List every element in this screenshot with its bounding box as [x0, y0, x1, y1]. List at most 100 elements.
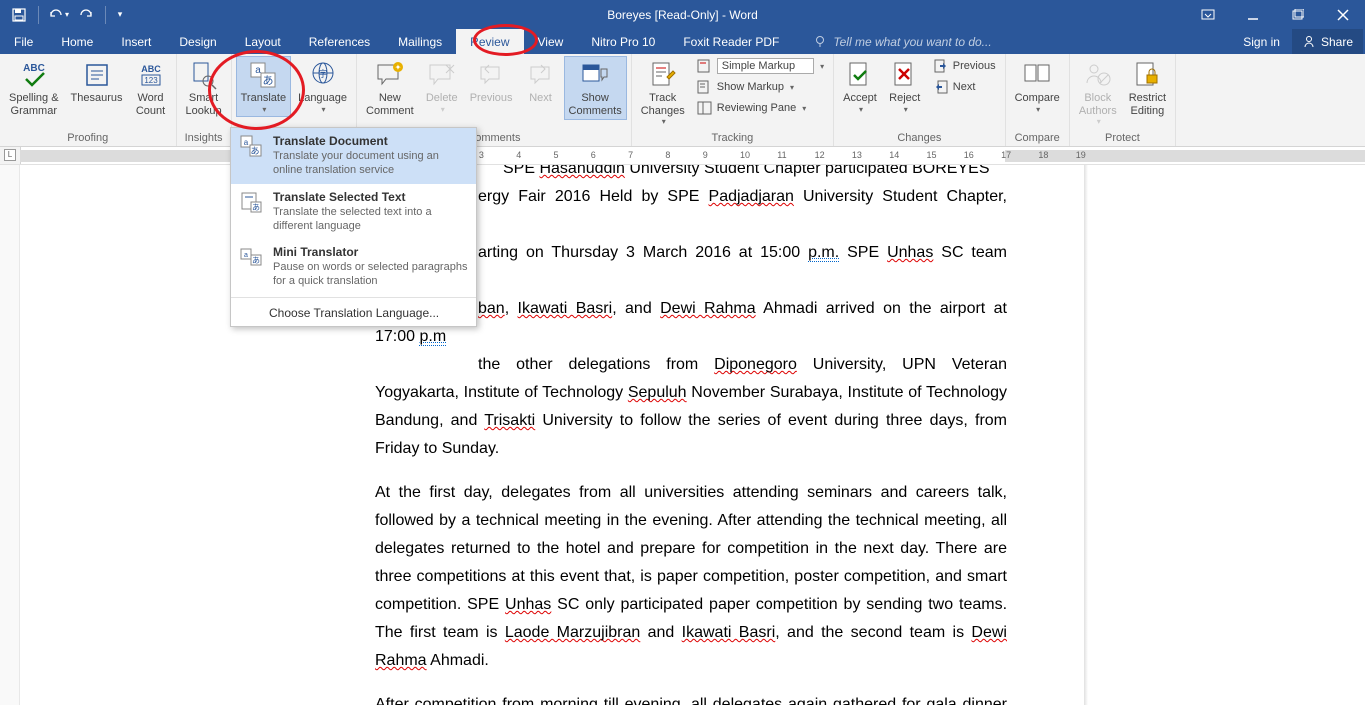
lightbulb-icon	[813, 35, 827, 49]
tab-review[interactable]: Review	[456, 29, 523, 54]
save-button[interactable]	[6, 3, 32, 27]
signin-link[interactable]: Sign in	[1231, 35, 1292, 49]
tab-selector[interactable]: L	[4, 149, 16, 161]
thesaurus-button[interactable]: Thesaurus	[66, 56, 128, 108]
svg-text:a: a	[244, 252, 248, 259]
choose-translation-language[interactable]: Choose Translation Language...	[231, 300, 476, 326]
thesaurus-icon	[81, 59, 113, 91]
reviewing-pane-dropdown[interactable]: Reviewing Pane▾	[692, 98, 829, 118]
show-comments-button[interactable]: Show Comments	[564, 56, 627, 120]
ribbon-options-button[interactable]	[1185, 0, 1230, 29]
svg-text:✦: ✦	[395, 63, 402, 72]
ribbon: ABC Spelling & Grammar Thesaurus ABC123 …	[0, 54, 1365, 147]
ribbon-tabs: File Home Insert Design Layout Reference…	[0, 29, 1365, 54]
new-comment-button[interactable]: ✦ New Comment	[361, 56, 419, 120]
reject-icon	[889, 59, 921, 91]
tab-nitro[interactable]: Nitro Pro 10	[577, 29, 669, 54]
track-changes-icon	[647, 59, 679, 91]
show-comments-icon	[579, 59, 611, 91]
previous-change-icon	[933, 58, 949, 74]
markup-icon	[697, 58, 713, 74]
group-proofing: ABC Spelling & Grammar Thesaurus ABC123 …	[0, 54, 177, 146]
tab-view[interactable]: View	[524, 29, 578, 54]
next-comment-icon	[525, 59, 557, 91]
tab-home[interactable]: Home	[47, 29, 107, 54]
show-markup-dropdown[interactable]: Show Markup▾	[692, 77, 829, 97]
translate-button[interactable]: aあ Translate▾	[236, 56, 291, 117]
svg-text:あ: あ	[250, 146, 259, 156]
group-changes: Accept▾ Reject▾ Previous Next Changes	[834, 54, 1005, 146]
minimize-button[interactable]	[1230, 0, 1275, 29]
group-compare: Compare▾ Compare	[1006, 54, 1070, 146]
tab-insert[interactable]: Insert	[107, 29, 165, 54]
group-tracking: Track Changes▾ Simple Markup▾ Show Marku…	[632, 54, 834, 146]
document-area: SPE Hasanuddin University Student Chapte…	[0, 165, 1365, 705]
translate-dropdown: aあ Translate Document Translate your doc…	[230, 127, 477, 327]
tab-foxit[interactable]: Foxit Reader PDF	[669, 29, 793, 54]
translate-doc-icon: aあ	[239, 134, 263, 158]
window-title: Boreyes [Read-Only] - Word	[607, 8, 758, 22]
svg-text:ABC: ABC	[141, 64, 161, 74]
tab-layout[interactable]: Layout	[231, 29, 295, 54]
mini-translator-icon: aあ	[239, 245, 263, 269]
svg-text:ABC: ABC	[23, 63, 45, 74]
translate-selected-item[interactable]: あ Translate Selected Text Translate the …	[231, 184, 476, 240]
translate-icon: aあ	[247, 59, 279, 91]
share-button[interactable]: Share	[1292, 29, 1363, 54]
mini-translator-item[interactable]: aあ Mini Translator Pause on words or sel…	[231, 239, 476, 295]
window-controls	[1185, 0, 1365, 29]
word-count-button[interactable]: ABC123 Word Count	[130, 56, 172, 120]
new-comment-icon: ✦	[374, 59, 406, 91]
smart-lookup-button[interactable]: Smart Lookup	[181, 56, 227, 120]
tell-me-search[interactable]: Tell me what you want to do...	[813, 29, 991, 54]
maximize-button[interactable]	[1275, 0, 1320, 29]
close-button[interactable]	[1320, 0, 1365, 29]
restrict-editing-button[interactable]: Restrict Editing	[1124, 56, 1171, 120]
block-authors-button: Block Authors▾	[1074, 56, 1122, 129]
word-count-icon: ABC 123	[135, 59, 167, 91]
next-comment-button: Next	[520, 56, 562, 108]
spelling-grammar-button[interactable]: ABC Spelling & Grammar	[4, 56, 64, 120]
accept-icon	[844, 59, 876, 91]
svg-text:あ: あ	[263, 74, 274, 87]
language-icon: 字	[307, 59, 339, 91]
track-changes-button[interactable]: Track Changes▾	[636, 56, 690, 129]
group-insights: Smart Lookup Insights	[177, 54, 232, 146]
next-change-button[interactable]: Next	[928, 77, 1001, 97]
share-icon	[1302, 35, 1316, 49]
redo-button[interactable]	[73, 3, 99, 27]
paragraph-3[interactable]: After competition from morning till even…	[375, 691, 1007, 705]
qat-customize[interactable]: ▾	[112, 3, 128, 27]
delete-comment-icon	[426, 59, 458, 91]
smart-lookup-icon	[188, 59, 220, 91]
translate-document-item[interactable]: aあ Translate Document Translate your doc…	[231, 128, 476, 184]
reviewing-pane-icon	[697, 100, 713, 116]
tab-references[interactable]: References	[295, 29, 384, 54]
display-for-review-dropdown[interactable]: Simple Markup▾	[692, 56, 829, 76]
accept-button[interactable]: Accept▾	[838, 56, 882, 117]
quick-access-toolbar: ▾ ▾	[0, 3, 128, 27]
previous-change-button[interactable]: Previous	[928, 56, 1001, 76]
ruler-horizontal[interactable]: L 2112345678910111213141516171819	[0, 147, 1365, 165]
ruler-vertical[interactable]	[0, 165, 20, 705]
svg-text:字: 字	[318, 68, 327, 79]
undo-button[interactable]: ▾	[45, 3, 71, 27]
paragraph-2[interactable]: At the first day, delegates from all uni…	[375, 479, 1007, 675]
svg-text:a: a	[244, 138, 249, 147]
delete-comment-button: Delete▾	[421, 56, 463, 117]
reject-button[interactable]: Reject▾	[884, 56, 926, 117]
svg-text:あ: あ	[252, 256, 260, 265]
language-button[interactable]: 字 Language▾	[293, 56, 352, 117]
compare-icon	[1021, 59, 1053, 91]
previous-comment-button: Previous	[465, 56, 518, 108]
document-page[interactable]: SPE Hasanuddin University Student Chapte…	[25, 165, 1103, 705]
svg-text:123: 123	[144, 76, 158, 85]
tab-design[interactable]: Design	[165, 29, 230, 54]
restrict-editing-icon	[1131, 59, 1163, 91]
compare-button[interactable]: Compare▾	[1010, 56, 1065, 117]
tab-file[interactable]: File	[0, 29, 47, 54]
next-change-icon	[933, 79, 949, 95]
tab-mailings[interactable]: Mailings	[384, 29, 456, 54]
show-markup-icon	[697, 79, 713, 95]
titlebar: ▾ ▾ Boreyes [Read-Only] - Word	[0, 0, 1365, 29]
